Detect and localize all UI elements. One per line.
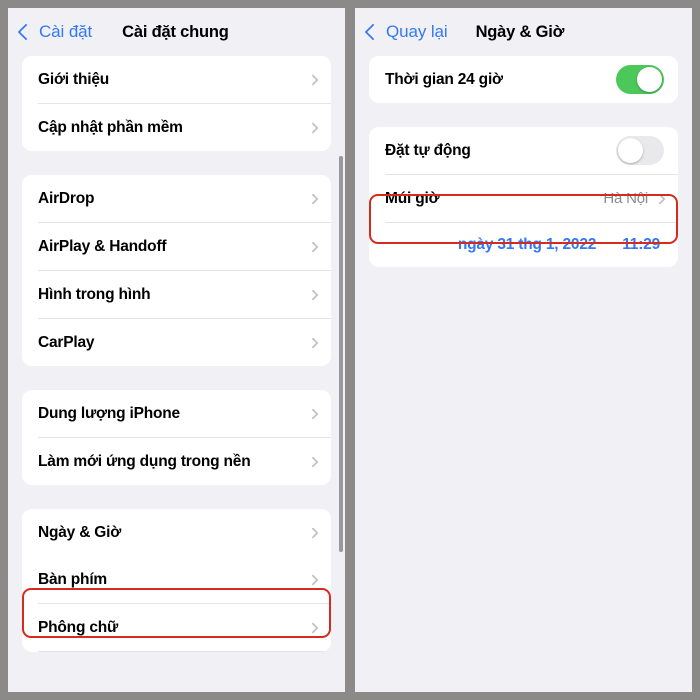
settings-group-about: Giới thiệu Cập nhật phần mềm — [22, 56, 331, 151]
chevron-right-icon — [307, 336, 319, 349]
row-label: CarPlay — [38, 333, 95, 351]
chevron-right-icon — [307, 73, 319, 86]
chevron-right-icon — [307, 573, 319, 586]
settings-row-thoi-gian-24-gio[interactable]: Thời gian 24 giờ — [369, 56, 678, 103]
screenshot-root: Cài đặt Cài đặt chung Giới thiệu Cập nhậ… — [0, 0, 700, 700]
settings-group-datetime-keyboard: Ngày & Giờ Bàn phím Phông chữ — [22, 509, 331, 652]
chevron-right-icon — [307, 621, 319, 634]
chevron-left-icon — [17, 23, 35, 41]
toggle-set-automatically[interactable] — [616, 136, 664, 165]
settings-row-phong-chu[interactable]: Phông chữ — [22, 604, 331, 651]
chevron-right-icon — [307, 407, 319, 420]
timezone-value: Hà Nội — [603, 190, 648, 207]
row-label: Ngày & Giờ — [38, 523, 122, 541]
settings-row-airdrop[interactable]: AirDrop — [22, 175, 331, 222]
settings-row-carplay[interactable]: CarPlay — [22, 319, 331, 366]
left-scrollbar[interactable] — [339, 156, 343, 552]
settings-row-gioi-thieu[interactable]: Giới thiệu — [22, 56, 331, 103]
chevron-right-icon — [307, 121, 319, 134]
row-label: Dung lượng iPhone — [38, 404, 180, 422]
right-panel-date-time: Quay lại Ngày & Giờ Thời gian 24 giờ Đặt… — [355, 8, 692, 692]
chevron-right-icon — [307, 288, 319, 301]
settings-row-dat-tu-dong[interactable]: Đặt tự động — [369, 127, 678, 174]
toggle-24-hour-time[interactable] — [616, 65, 664, 94]
settings-group-auto-timezone: Đặt tự động Múi giờ Hà Nội ngày 31 thg 1… — [369, 127, 678, 267]
back-button-label: Quay lại — [386, 22, 448, 41]
date-value[interactable]: ngày 31 thg 1, 2022 — [458, 236, 597, 254]
row-label: Múi giờ — [385, 189, 440, 207]
page-title-date-time: Ngày & Giờ — [475, 22, 565, 41]
settings-group-connectivity: AirDrop AirPlay & Handoff Hình trong hìn… — [22, 175, 331, 366]
toggle-knob — [637, 67, 662, 92]
row-divider — [38, 651, 331, 652]
chevron-right-icon — [307, 240, 319, 253]
row-label: Làm mới ứng dụng trong nền — [38, 452, 251, 470]
row-label: Hình trong hình — [38, 285, 151, 303]
chevron-right-icon — [307, 455, 319, 468]
row-label: Thời gian 24 giờ — [385, 70, 503, 88]
page-title-general: Cài đặt chung — [122, 22, 229, 41]
chevron-right-icon — [307, 526, 319, 539]
row-label: Giới thiệu — [38, 70, 110, 88]
chevron-right-icon — [654, 192, 666, 205]
settings-group-storage: Dung lượng iPhone Làm mới ứng dụng trong… — [22, 390, 331, 485]
right-navbar: Quay lại Ngày & Giờ — [355, 8, 692, 56]
settings-row-airplay-handoff[interactable]: AirPlay & Handoff — [22, 223, 331, 270]
settings-row-mui-gio[interactable]: Múi giờ Hà Nội — [369, 175, 678, 222]
settings-row-hinh-trong-hinh[interactable]: Hình trong hình — [22, 271, 331, 318]
panel-divider — [345, 0, 355, 700]
toggle-knob — [618, 138, 643, 163]
row-label: AirPlay & Handoff — [38, 237, 167, 255]
settings-row-date-time-value[interactable]: ngày 31 thg 1, 2022 11:29 — [369, 223, 678, 267]
settings-row-cap-nhat-phan-mem[interactable]: Cập nhật phần mềm — [22, 104, 331, 151]
left-settings-list[interactable]: Giới thiệu Cập nhật phần mềm AirDrop Air… — [8, 56, 345, 692]
row-label: Cập nhật phần mềm — [38, 118, 183, 136]
time-value[interactable]: 11:29 — [622, 236, 660, 254]
row-label: AirDrop — [38, 189, 95, 207]
left-panel-general-settings: Cài đặt Cài đặt chung Giới thiệu Cập nhậ… — [8, 8, 345, 692]
row-label: Phông chữ — [38, 618, 119, 636]
settings-row-ngay-gio[interactable]: Ngày & Giờ — [22, 509, 331, 556]
left-navbar: Cài đặt Cài đặt chung — [8, 8, 345, 56]
date-time-settings-list[interactable]: Thời gian 24 giờ Đặt tự động Múi giờ Hà … — [355, 56, 692, 692]
settings-group-24h: Thời gian 24 giờ — [369, 56, 678, 103]
row-label: Đặt tự động — [385, 141, 471, 159]
settings-row-ban-phim[interactable]: Bàn phím — [22, 556, 331, 603]
back-button-quay-lai[interactable]: Quay lại — [364, 22, 448, 42]
chevron-left-icon — [364, 23, 382, 41]
back-button-label: Cài đặt — [39, 22, 93, 41]
back-button-settings[interactable]: Cài đặt — [17, 22, 93, 42]
settings-row-lam-moi-ung-dung[interactable]: Làm mới ứng dụng trong nền — [22, 438, 331, 485]
chevron-right-icon — [307, 192, 319, 205]
settings-row-dung-luong-iphone[interactable]: Dung lượng iPhone — [22, 390, 331, 437]
row-label: Bàn phím — [38, 570, 108, 588]
